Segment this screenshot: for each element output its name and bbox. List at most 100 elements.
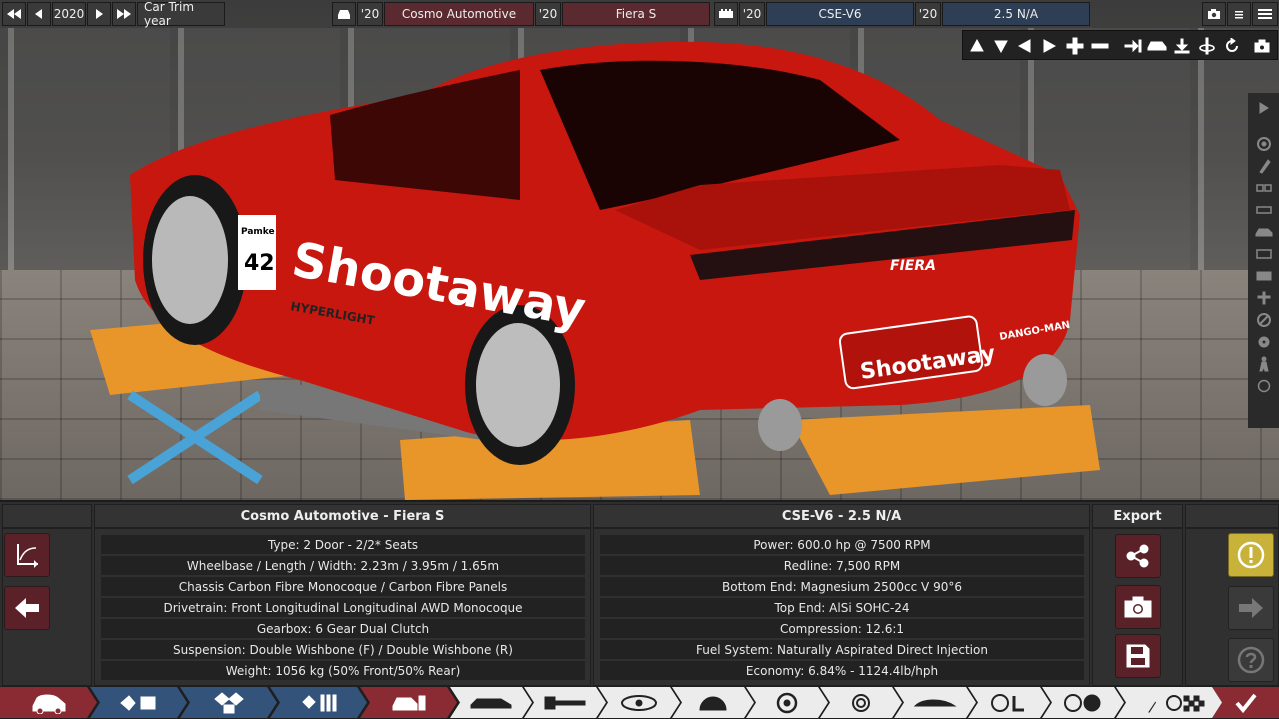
car-layout-icon	[391, 692, 427, 714]
engine-family-field[interactable]: CSE-V6	[766, 2, 914, 26]
export-photo-button[interactable]	[1115, 585, 1161, 629]
engine-detail-redline: Redline: 7,500 RPM	[600, 556, 1084, 575]
camera-up-button[interactable]	[966, 35, 988, 57]
year-last-button[interactable]	[112, 2, 136, 26]
top-bar: 2020 Car Trim year '20 Cosmo Automotive …	[0, 0, 1279, 28]
ground-view-button[interactable]	[1171, 35, 1193, 57]
finish-flag-icon	[1166, 693, 1208, 713]
sidebar-body-button[interactable]	[1253, 223, 1275, 241]
double-left-icon	[7, 9, 21, 19]
sidebar-settings-button[interactable]	[1253, 333, 1275, 351]
help-button[interactable]	[1228, 638, 1274, 682]
lights-icon	[1256, 184, 1272, 192]
tab-finish[interactable]	[1212, 687, 1279, 718]
tab-suspension[interactable]	[672, 687, 754, 718]
sidebar-wheel-button[interactable]	[1253, 135, 1275, 153]
sidebar-badge-button[interactable]	[1253, 311, 1275, 329]
minus-icon	[1091, 43, 1109, 49]
camera-right-button[interactable]	[1038, 35, 1060, 57]
next-button[interactable]	[1228, 586, 1274, 630]
car-detail-suspension: Suspension: Double Wishbone (F) / Double…	[101, 640, 585, 659]
share-button[interactable]	[1115, 534, 1161, 578]
pan-button[interactable]	[1122, 35, 1144, 57]
year-first-button[interactable]	[2, 2, 26, 26]
sidebar-grille-button[interactable]	[1253, 267, 1275, 285]
double-right-icon	[117, 9, 131, 19]
tab-steering[interactable]	[1042, 687, 1124, 718]
car-body-icon	[31, 692, 67, 714]
camera-left-button[interactable]	[1014, 35, 1036, 57]
year-next-button[interactable]	[87, 2, 111, 26]
camera-controls	[962, 30, 1278, 60]
engine-icon	[719, 9, 733, 18]
design-tab-bar	[0, 686, 1279, 719]
model-year: '20	[357, 2, 383, 26]
trim-year-label: Car Trim year	[137, 0, 225, 28]
vent-icon	[1256, 249, 1272, 259]
photo-button[interactable]	[1251, 35, 1273, 57]
graph-button[interactable]	[4, 533, 50, 577]
sidebar-mirror-button[interactable]	[1253, 289, 1275, 307]
tab-gearbox[interactable]	[524, 687, 606, 718]
tab-engine-tune[interactable]	[270, 687, 367, 718]
car-3d-viewport[interactable]: Shootaway 42 Pamke HYPERLIGHT Shootaway …	[0, 0, 1279, 500]
sidebar-lights-button[interactable]	[1253, 179, 1275, 197]
sidebar-expand-button[interactable]	[1253, 99, 1275, 117]
tab-engine-block[interactable]	[90, 687, 187, 718]
headlight-icon	[619, 694, 659, 712]
tab-interior[interactable]	[968, 687, 1050, 718]
tab-brake[interactable]	[820, 687, 902, 718]
screenshot-button[interactable]	[1202, 2, 1226, 26]
model-selector-button[interactable]	[332, 2, 356, 26]
mirror-icon	[1257, 291, 1271, 305]
tab-chassis[interactable]	[450, 687, 532, 718]
trim-year: '20	[535, 2, 561, 26]
tab-headlight[interactable]	[598, 687, 680, 718]
engine-panel-title: CSE-V6 - 2.5 N/A	[593, 504, 1090, 528]
zoom-out-button[interactable]	[1089, 35, 1111, 57]
sidebar-toggle-button[interactable]	[1253, 377, 1275, 395]
export-title: Export	[1092, 504, 1183, 528]
race-number-label: Pamke	[241, 227, 275, 237]
engine-year: '20	[739, 2, 765, 26]
arrow-down-to-line-icon	[1174, 38, 1190, 54]
tab-car-layout[interactable]	[360, 687, 457, 718]
notes-button[interactable]	[1227, 2, 1251, 26]
engine-detail-power: Power: 600.0 hp @ 7500 RPM	[600, 535, 1084, 554]
engine-selector-button[interactable]	[714, 2, 738, 26]
left-arrow-icon	[35, 9, 42, 19]
camera-icon	[1208, 9, 1220, 19]
sidebar-paint-button[interactable]	[1253, 157, 1275, 175]
camera-down-button[interactable]	[990, 35, 1012, 57]
trim-name-field[interactable]: Fiera S	[562, 2, 710, 26]
tab-car-body[interactable]	[0, 687, 97, 718]
steering-icon	[1062, 692, 1104, 714]
engine-detail-compression: Compression: 12.6:1	[600, 619, 1084, 638]
chassis-icon	[469, 695, 513, 711]
warning-button[interactable]	[1228, 533, 1274, 577]
sidebar-driver-button[interactable]	[1253, 355, 1275, 373]
car-detail-weight: Weight: 1056 kg (50% Front/50% Rear)	[101, 661, 585, 680]
zoom-in-button[interactable]	[1064, 35, 1086, 57]
sidebar-fixture-button[interactable]	[1253, 245, 1275, 263]
menu-button[interactable]	[1252, 2, 1278, 26]
tab-wheel[interactable]	[746, 687, 828, 718]
no-entry-icon	[1257, 313, 1271, 327]
up-arrow-icon	[970, 39, 984, 52]
car-view-button[interactable]	[1146, 35, 1168, 57]
rotate-view-button[interactable]	[1196, 35, 1218, 57]
sidebar-bumper-button[interactable]	[1253, 201, 1275, 219]
year-prev-button[interactable]	[27, 2, 51, 26]
variant-year: '20	[915, 2, 941, 26]
reset-view-button[interactable]	[1221, 35, 1243, 57]
engine-variant-field[interactable]: 2.5 N/A	[942, 2, 1090, 26]
engine-detail-bottom-end: Bottom End: Magnesium 2500cc V 90°6	[600, 577, 1084, 596]
tab-aero[interactable]	[894, 687, 976, 718]
back-button[interactable]	[4, 586, 50, 630]
aero-icon	[913, 696, 957, 710]
tab-engine-head[interactable]	[180, 687, 277, 718]
left-arrow-icon	[1018, 39, 1031, 53]
wheel-icon	[1257, 137, 1271, 151]
save-button[interactable]	[1115, 634, 1161, 678]
model-name-field[interactable]: Cosmo Automotive	[384, 2, 534, 26]
